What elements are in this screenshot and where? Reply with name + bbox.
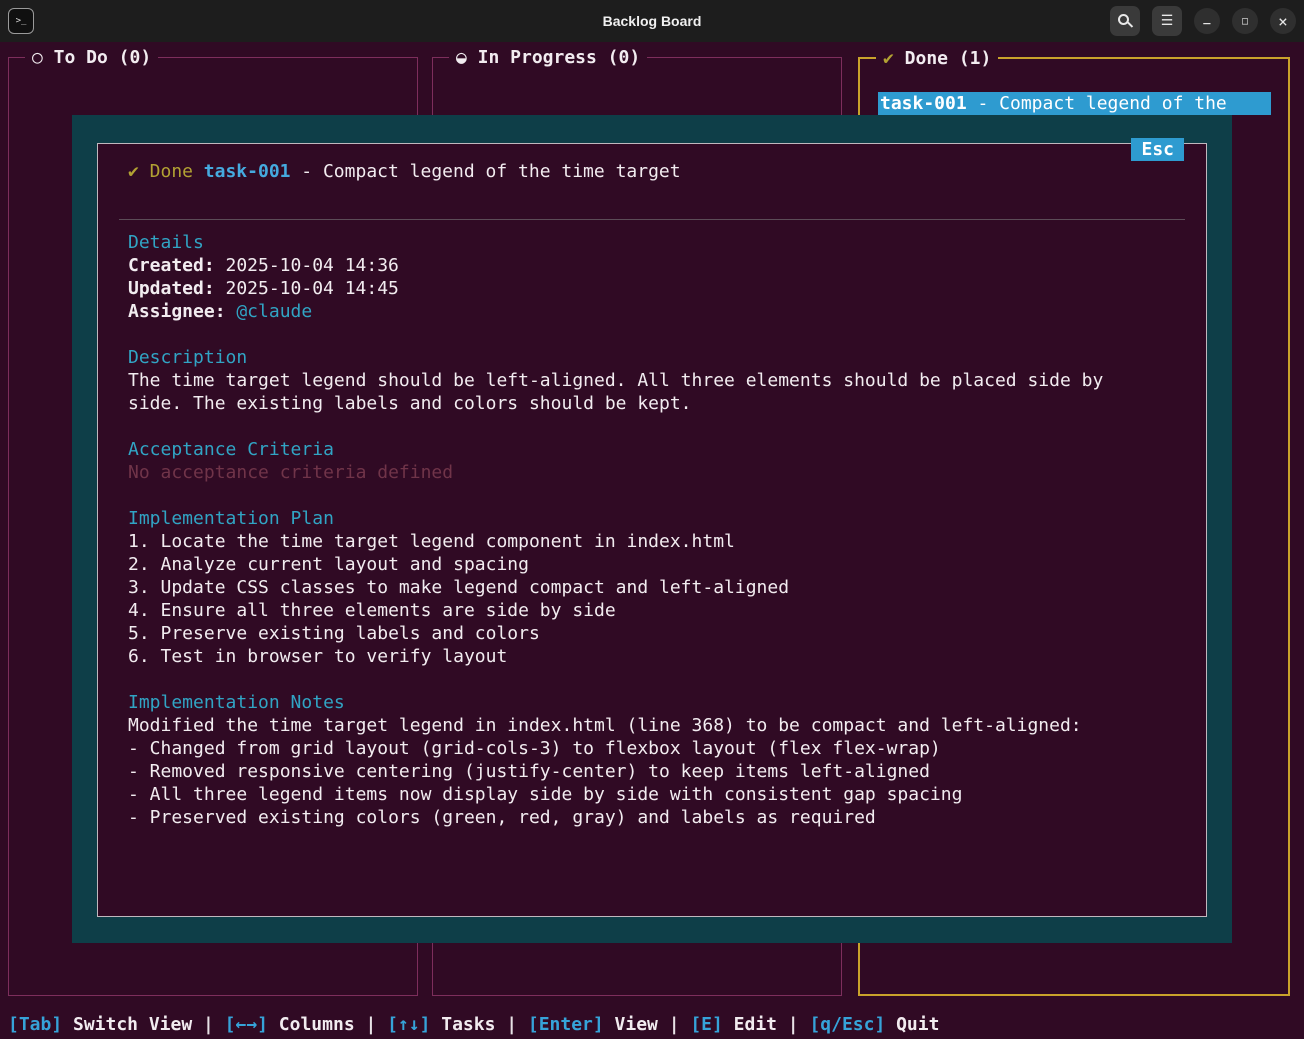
header-divider	[119, 219, 1185, 220]
screen: { "window": { "title": "Backlog Board" }…	[0, 0, 1304, 1039]
description-heading: Description	[128, 346, 1128, 369]
key-hint-columns: [←→]	[225, 1014, 268, 1035]
created-value: 2025-10-04 14:36	[226, 254, 399, 277]
key-hint-quit-label: Quit	[896, 1014, 939, 1035]
key-hint-edit: [E]	[690, 1014, 723, 1035]
esc-button[interactable]: Esc	[1131, 138, 1184, 161]
key-hint-tab-label: Switch View	[73, 1014, 192, 1035]
modal-header: ✔ Done task-001 - Compact legend of the …	[128, 160, 1176, 183]
todo-circle-icon: ○	[32, 46, 43, 69]
modal-panel: ✔ Done task-001 - Compact legend of the …	[97, 143, 1207, 917]
created-row: Created: 2025-10-04 14:36	[128, 254, 1128, 277]
column-done-title: ✔ Done (1)	[876, 47, 998, 70]
plan-heading: Implementation Plan	[128, 507, 1128, 530]
menu-icon: ☰	[1161, 14, 1174, 28]
statusbar-separator: |	[203, 1014, 214, 1035]
maximize-button[interactable]: □	[1232, 8, 1258, 34]
search-button[interactable]	[1110, 6, 1140, 36]
terminal-prompt-glyph: >_	[16, 16, 27, 26]
column-todo-title: ○ To Do (0)	[25, 46, 158, 69]
description-text: The time target legend should be left-al…	[128, 369, 1128, 415]
statusbar: [Tab] Switch View | [←→] Columns | [↑↓] …	[0, 1010, 1304, 1039]
search-icon	[1118, 14, 1129, 25]
plan-item: 5. Preserve existing labels and colors	[128, 622, 1128, 645]
created-label: Created:	[128, 254, 215, 277]
plan-item: 3. Update CSS classes to make legend com…	[128, 576, 1128, 599]
key-hint-tasks: [↑↓]	[387, 1014, 430, 1035]
plan-item: 1. Locate the time target legend compone…	[128, 530, 1128, 553]
statusbar-separator: |	[788, 1014, 799, 1035]
modal-done-check-icon: ✔	[128, 160, 139, 183]
task-card-title: - Compact legend of the	[978, 92, 1227, 115]
notes-heading: Implementation Notes	[128, 691, 1128, 714]
modal-body: Details Created: 2025-10-04 14:36 Update…	[128, 231, 1128, 829]
modal-task-id: task-001	[204, 160, 291, 183]
column-inprogress-title: ◒ In Progress (0)	[449, 46, 647, 69]
assignee-label: Assignee:	[128, 300, 226, 323]
key-hint-tab: [Tab]	[8, 1014, 62, 1035]
close-icon: ×	[1278, 12, 1288, 31]
note-line: - Preserved existing colors (green, red,…	[128, 806, 1128, 829]
column-inprogress-label: In Progress (0)	[478, 46, 641, 69]
note-line: - Removed responsive centering (justify-…	[128, 760, 1128, 783]
minimize-button[interactable]: −	[1194, 8, 1220, 34]
statusbar-separator: |	[669, 1014, 680, 1035]
key-hint-view-label: View	[615, 1014, 658, 1035]
modal-status-label: Done	[150, 160, 193, 183]
key-hint-columns-label: Columns	[279, 1014, 355, 1035]
task-card-id: task-001	[880, 92, 967, 115]
task-detail-modal: Esc ✔ Done task-001 - Compact legend of …	[72, 115, 1232, 943]
assignee-value: @claude	[236, 300, 312, 323]
details-heading: Details	[128, 231, 1128, 254]
column-todo-label: To Do (0)	[54, 46, 152, 69]
acceptance-heading: Acceptance Criteria	[128, 438, 1128, 461]
titlebar-controls: ☰ − □ ×	[1110, 6, 1296, 36]
done-check-icon: ✔	[883, 47, 894, 70]
modal-task-title: - Compact legend of the time target	[301, 160, 680, 183]
minimize-icon: −	[1203, 16, 1211, 32]
window-title: Backlog Board	[603, 13, 702, 29]
note-line: Modified the time target legend in index…	[128, 714, 1128, 737]
key-hint-view: [Enter]	[528, 1014, 604, 1035]
key-hint-quit: [q/Esc]	[809, 1014, 885, 1035]
updated-label: Updated:	[128, 277, 215, 300]
plan-item: 6. Test in browser to verify layout	[128, 645, 1128, 668]
inprogress-halfcircle-icon: ◒	[456, 46, 467, 69]
maximize-icon: □	[1242, 16, 1248, 27]
updated-value: 2025-10-04 14:45	[226, 277, 399, 300]
statusbar-separator: |	[506, 1014, 517, 1035]
column-done-label: Done (1)	[905, 47, 992, 70]
task-card-selected[interactable]: task-001 - Compact legend of the	[878, 92, 1271, 115]
menu-button[interactable]: ☰	[1152, 6, 1182, 36]
statusbar-separator: |	[365, 1014, 376, 1035]
plan-item: 4. Ensure all three elements are side by…	[128, 599, 1128, 622]
titlebar: >_ Backlog Board ☰ − □ ×	[0, 0, 1304, 42]
acceptance-empty-text: No acceptance criteria defined	[128, 461, 1128, 484]
note-line: - All three legend items now display sid…	[128, 783, 1128, 806]
updated-row: Updated: 2025-10-04 14:45	[128, 277, 1128, 300]
key-hint-tasks-label: Tasks	[441, 1014, 495, 1035]
key-hint-edit-label: Edit	[734, 1014, 777, 1035]
close-button[interactable]: ×	[1270, 8, 1296, 34]
plan-item: 2. Analyze current layout and spacing	[128, 553, 1128, 576]
assignee-row: Assignee: @claude	[128, 300, 1128, 323]
terminal-app-icon[interactable]: >_	[8, 8, 34, 34]
note-line: - Changed from grid layout (grid-cols-3)…	[128, 737, 1128, 760]
